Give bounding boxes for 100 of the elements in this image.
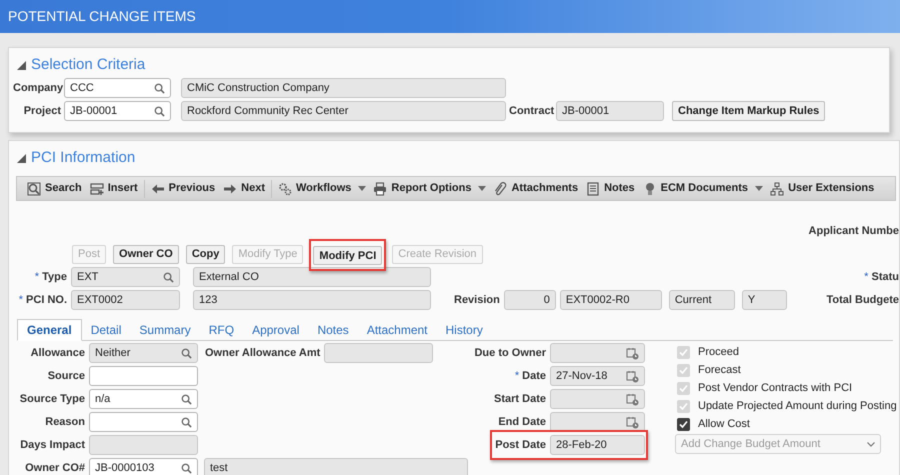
- search-icon: [154, 106, 165, 116]
- lookup-field[interactable]: [89, 412, 198, 432]
- field-label: End Date: [497, 414, 546, 430]
- tab[interactable]: RFQ: [200, 319, 244, 340]
- input-field[interactable]: [324, 343, 434, 363]
- window-title: POTENTIAL CHANGE ITEMS: [8, 7, 196, 26]
- section-title: Selection Criteria: [31, 54, 146, 75]
- action-button[interactable]: Owner CO: [113, 245, 179, 264]
- document-icon: [586, 182, 600, 196]
- markup-rules-button[interactable]: Change Item Markup Rules: [672, 101, 826, 121]
- lookup-field[interactable]: Neither: [89, 343, 198, 363]
- search-icon: [181, 462, 192, 474]
- field-label: Total Budgete: [826, 292, 899, 308]
- field-label: Applicant Numbe: [808, 224, 899, 237]
- toolbar-button[interactable]: Report Options: [369, 177, 476, 200]
- printer-icon: [373, 182, 388, 196]
- caret-icon: [358, 186, 366, 191]
- input-field[interactable]: 123: [193, 290, 431, 310]
- field-label: Company: [13, 80, 61, 96]
- input-field[interactable]: Current: [668, 290, 735, 310]
- action-button[interactable]: Copy: [186, 245, 226, 264]
- lookup-field[interactable]: CCC: [64, 78, 171, 98]
- search-icon: [181, 348, 192, 358]
- toolbar-button[interactable]: ECM Documents: [638, 177, 752, 200]
- tab[interactable]: Attachment: [358, 319, 437, 340]
- input-field[interactable]: [89, 366, 198, 386]
- section-title: PCI Information: [31, 148, 136, 168]
- search-icon: [154, 82, 165, 94]
- field-label: Reason: [44, 414, 85, 430]
- search-icon: [27, 182, 41, 196]
- lookup-field[interactable]: n/a: [89, 389, 198, 409]
- date-field[interactable]: [550, 412, 645, 432]
- tab[interactable]: General: [17, 319, 82, 341]
- input-field[interactable]: [89, 435, 198, 455]
- field-label: * PCI NO.: [18, 292, 67, 308]
- input-field[interactable]: CMiC Construction Company: [181, 78, 506, 98]
- toolbar-button[interactable]: Attachments: [489, 177, 582, 200]
- input-field[interactable]: EXT0002-R0: [560, 290, 662, 310]
- field-label: Start Date: [493, 392, 546, 407]
- search-icon: [181, 394, 192, 404]
- collapse-icon[interactable]: [17, 154, 26, 162]
- toolbar-button[interactable]: Search: [23, 177, 86, 200]
- field-label: Allowance: [30, 346, 85, 361]
- chevron-icon: [867, 442, 875, 446]
- toolbar-button[interactable]: Previous: [146, 177, 220, 200]
- checkbox[interactable]: [677, 418, 690, 430]
- lookup-field[interactable]: JB-00001: [64, 101, 171, 121]
- field-label: * Type: [34, 270, 67, 285]
- toolbar-button[interactable]: Workflows: [274, 177, 356, 200]
- input-field[interactable]: External CO: [193, 267, 431, 287]
- date-field[interactable]: [550, 343, 645, 363]
- tab[interactable]: Detail: [82, 319, 130, 340]
- search-icon: [163, 272, 174, 282]
- field-label: Source: [46, 368, 85, 384]
- caret-icon: [478, 186, 486, 191]
- input-field[interactable]: Rockford Community Rec Center: [181, 101, 506, 121]
- input-field[interactable]: test: [204, 458, 468, 475]
- paperclip-icon: [493, 182, 508, 196]
- field-label: Revision: [454, 292, 500, 308]
- calendar-icon: [626, 392, 639, 406]
- date-field[interactable]: [550, 389, 645, 409]
- field-label: Due to Owner: [473, 346, 546, 361]
- right-arrow-icon: [223, 182, 238, 196]
- field-label: Days Impact: [19, 438, 85, 453]
- input-field[interactable]: JB-00001: [556, 101, 664, 121]
- caret-icon: [755, 186, 764, 191]
- field-label: * Date: [514, 368, 546, 384]
- lookup-field[interactable]: EXT: [71, 267, 180, 287]
- field-label: Source Type: [18, 392, 85, 407]
- tab[interactable]: Approval: [243, 319, 308, 340]
- lookup-field[interactable]: JB-0000103: [89, 458, 198, 475]
- field-label: Post Date: [494, 438, 546, 453]
- tab[interactable]: History: [436, 319, 492, 340]
- field-label: Project: [22, 104, 61, 119]
- insert-row-icon: [90, 182, 104, 196]
- input-field[interactable]: EXT0002: [71, 290, 180, 310]
- input-field[interactable]: 0: [504, 290, 556, 310]
- checkbox-label: Proceed: [698, 344, 739, 360]
- hierarchy-icon: [770, 182, 784, 196]
- calendar-icon: [626, 370, 639, 382]
- input-field[interactable]: Y: [742, 290, 787, 310]
- checkbox-label: Update Projected Amount during Posting: [698, 398, 897, 414]
- gears-icon: [278, 182, 292, 196]
- checkbox-label: Forecast: [698, 362, 741, 378]
- calendar-icon: [626, 346, 639, 360]
- toolbar-button[interactable]: Notes: [582, 177, 639, 200]
- input-field[interactable]: 28-Feb-20: [550, 435, 645, 455]
- action-button[interactable]: Modify PCI: [313, 246, 382, 266]
- tab[interactable]: Notes: [308, 319, 358, 340]
- tab[interactable]: Summary: [130, 319, 200, 340]
- date-field[interactable]: 27-Nov-18: [550, 366, 645, 386]
- toolbar-button[interactable]: Insert: [86, 177, 142, 200]
- calendar-icon: [626, 416, 639, 428]
- toolbar-button[interactable]: Next: [219, 177, 269, 200]
- field-label: Owner CO#: [24, 460, 85, 475]
- collapse-icon[interactable]: [17, 60, 26, 70]
- toolbar-button[interactable]: User Extensions: [766, 177, 878, 200]
- search-icon: [181, 416, 192, 428]
- field-label: Contract: [509, 104, 552, 119]
- checkbox-label: Allow Cost: [698, 416, 750, 432]
